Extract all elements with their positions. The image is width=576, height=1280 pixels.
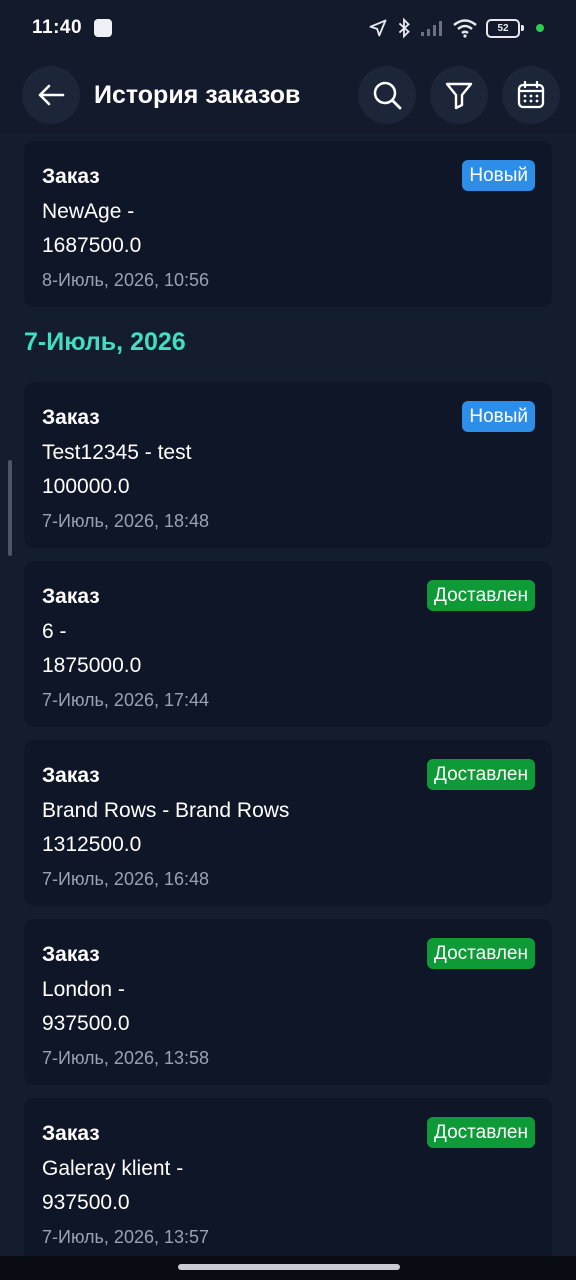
wifi-icon: [453, 19, 477, 38]
battery-level: 52: [497, 22, 509, 34]
location-icon: [369, 19, 387, 37]
status-badge: Доставлен: [426, 759, 535, 790]
order-date: 8-Июль, 2026, 10:56: [42, 270, 210, 290]
search-button[interactable]: [358, 66, 416, 124]
order-name: Brand Rows - Brand Rows: [42, 799, 290, 822]
status-time: 11:40: [32, 17, 83, 38]
status-icons: 52: [368, 17, 544, 39]
order-date: 7-Июль, 2026, 18:48: [42, 511, 210, 531]
home-indicator[interactable]: [178, 1264, 400, 1270]
search-icon: [373, 81, 402, 110]
calendar-icon: [517, 80, 545, 109]
order-amount: 1687500.0: [42, 234, 142, 257]
order-date: 7-Июль, 2026, 13:57: [42, 1227, 210, 1247]
order-name: NewAge -: [42, 200, 135, 223]
status-badge: Доставлен: [426, 938, 535, 969]
bluetooth-icon: [398, 17, 410, 39]
status-left: 11:40: [32, 17, 113, 39]
filter-button[interactable]: [430, 66, 488, 124]
order-amount: 1312500.0: [42, 833, 142, 856]
status-bar: 11:40 52: [0, 0, 576, 56]
order-amount: 937500.0: [42, 1191, 130, 1214]
order-title: Заказ: [42, 165, 100, 188]
back-button[interactable]: [22, 66, 80, 124]
order-name: London -: [42, 978, 125, 1001]
status-badge: Новый: [462, 401, 535, 432]
order-card[interactable]: Заказ Galeray klient - 937500.0 7-Июль, …: [24, 1098, 552, 1264]
order-title: Заказ: [42, 406, 100, 429]
order-amount: 1875000.0: [42, 654, 142, 677]
order-name: Galeray klient -: [42, 1157, 184, 1180]
order-name: Test12345 - test: [42, 441, 192, 464]
scrollbar[interactable]: [8, 460, 12, 556]
order-name: 6 -: [42, 620, 67, 643]
order-date: 7-Июль, 2026, 16:48: [42, 869, 210, 889]
order-card[interactable]: Заказ Brand Rows - Brand Rows 1312500.0 …: [24, 740, 552, 906]
back-arrow-icon: [38, 84, 65, 106]
order-date: 7-Июль, 2026, 13:58: [42, 1048, 210, 1068]
order-card[interactable]: Заказ 6 - 1875000.0 7-Июль, 2026, 17:44 …: [24, 561, 552, 727]
app-bar-actions: [358, 66, 560, 124]
privacy-indicator-dot: [536, 24, 544, 32]
order-amount: 937500.0: [42, 1012, 130, 1035]
order-card[interactable]: Заказ London - 937500.0 7-Июль, 2026, 13…: [24, 919, 552, 1085]
date-group-header: 7-Июль, 2026: [24, 328, 186, 356]
order-card[interactable]: Заказ NewAge - 1687500.0 8-Июль, 2026, 1…: [24, 141, 552, 307]
page-title: История заказов: [94, 80, 301, 109]
order-card[interactable]: Заказ Test12345 - test 100000.0 7-Июль, …: [24, 382, 552, 548]
order-date: 7-Июль, 2026, 17:44: [42, 690, 210, 710]
signal-icon: [421, 21, 442, 36]
app-bar: История заказов: [0, 56, 576, 134]
calendar-button[interactable]: [502, 66, 560, 124]
status-badge: Доставлен: [426, 1117, 535, 1148]
order-list[interactable]: Заказ NewAge - 1687500.0 8-Июль, 2026, 1…: [0, 134, 576, 1274]
filter-icon: [445, 82, 473, 110]
notification-icon: [94, 19, 113, 37]
status-badge: Новый: [462, 160, 535, 191]
order-amount: 100000.0: [42, 475, 130, 498]
status-badge: Доставлен: [426, 580, 535, 611]
battery-icon: 52: [486, 18, 524, 38]
